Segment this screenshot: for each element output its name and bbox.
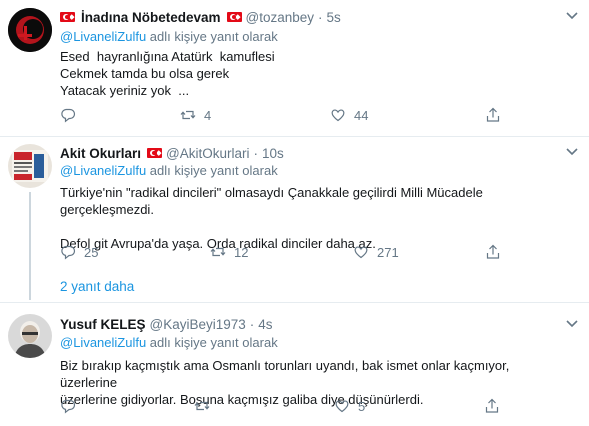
retweet-count: 12: [234, 244, 249, 260]
share-button[interactable]: [485, 107, 501, 123]
user-handle[interactable]: @AkitOkurlari: [166, 146, 249, 161]
share-icon: [486, 244, 500, 259]
reply-to-link[interactable]: @LivaneliZulfu: [60, 29, 146, 44]
display-name[interactable]: İnadına Nöbetedevam: [81, 10, 221, 25]
like-button[interactable]: 44: [330, 107, 485, 123]
tweet[interactable]: İnadına Nöbetedevam @tozanbey · 5s @Liva…: [0, 0, 589, 137]
retweet-icon: [194, 401, 210, 411]
reply-icon: [61, 245, 76, 260]
user-handle[interactable]: @KayiBeyi1973: [150, 317, 246, 332]
reply-context-suffix: adlı kişiye yanıt olarak: [146, 29, 278, 44]
share-button[interactable]: [485, 244, 501, 260]
chevron-down-icon[interactable]: [565, 318, 579, 328]
separator-dot: ·: [249, 316, 255, 332]
like-icon: [335, 400, 349, 413]
like-icon: [331, 109, 345, 122]
reply-button[interactable]: 25: [60, 244, 210, 260]
reply-context: @LivaneliZulfu adlı kişiye yanıt olarak: [60, 334, 559, 352]
chevron-down-icon[interactable]: [565, 146, 579, 156]
share-icon: [486, 107, 500, 122]
like-button[interactable]: 5: [334, 398, 484, 414]
chevron-down-icon[interactable]: [565, 10, 579, 20]
reply-button[interactable]: [60, 398, 194, 414]
turkish-flag-icon: [60, 12, 75, 22]
avatar[interactable]: [8, 314, 52, 358]
like-icon: [354, 246, 368, 259]
tweet-actions: 4 44: [60, 107, 501, 123]
retweet-button[interactable]: 4: [180, 107, 330, 123]
tweet-header: Yusuf KELEŞ @KayiBeyi1973 · 4s: [60, 315, 559, 333]
like-count: 44: [354, 107, 369, 123]
thread-line: [29, 192, 31, 300]
reply-count: 25: [84, 244, 99, 260]
avatar[interactable]: [8, 8, 52, 52]
tweet-text: Türkiye'nin "radikal dincileri" olmasayd…: [60, 185, 483, 251]
tweet[interactable]: Akit Okurları @AkitOkurlari · 10s @Livan…: [0, 138, 589, 303]
share-button[interactable]: [484, 398, 500, 414]
tweet-text: Esed hayranlığına Atatürk kamuflesi Cekm…: [60, 49, 275, 98]
reply-context: @LivaneliZulfu adlı kişiye yanıt olarak: [60, 162, 559, 180]
retweet-count: 4: [204, 107, 212, 123]
reply-context-suffix: adlı kişiye yanıt olarak: [146, 163, 278, 178]
share-icon: [485, 398, 499, 413]
retweet-button[interactable]: [194, 398, 334, 414]
reply-icon: [61, 399, 76, 414]
reply-to-link[interactable]: @LivaneliZulfu: [60, 163, 146, 178]
tweet-actions: 5: [60, 398, 500, 414]
reply-context: @LivaneliZulfu adlı kişiye yanıt olarak: [60, 28, 559, 46]
timestamp[interactable]: 5s: [327, 10, 341, 25]
like-button[interactable]: 271: [353, 244, 485, 260]
tweet-header: İnadına Nöbetedevam @tozanbey · 5s: [60, 8, 559, 26]
retweet-icon: [180, 110, 196, 120]
tweet[interactable]: Yusuf KELEŞ @KayiBeyi1973 · 4s @Livaneli…: [0, 304, 589, 426]
display-name[interactable]: Akit Okurları: [60, 146, 141, 161]
retweet-icon: [210, 247, 226, 257]
user-handle[interactable]: @tozanbey: [246, 10, 315, 25]
reply-icon: [61, 108, 76, 123]
tweet-header: Akit Okurları @AkitOkurlari · 10s: [60, 144, 559, 162]
separator-dot: ·: [318, 9, 323, 25]
more-replies-link[interactable]: 2 yanıt daha: [60, 279, 134, 294]
reply-context-suffix: adlı kişiye yanıt olarak: [146, 335, 278, 350]
like-count: 5: [358, 398, 366, 414]
avatar[interactable]: [8, 144, 52, 188]
display-name[interactable]: Yusuf KELEŞ: [60, 317, 146, 332]
turkish-flag-icon: [147, 148, 163, 158]
reply-button[interactable]: [60, 107, 180, 123]
separator-dot: ·: [253, 145, 259, 161]
retweet-button[interactable]: 12: [210, 244, 353, 260]
timestamp[interactable]: 4s: [258, 317, 272, 332]
turkish-flag-icon: [226, 12, 242, 22]
reply-to-link[interactable]: @LivaneliZulfu: [60, 335, 146, 350]
tweet-actions: 25 12 271: [60, 244, 501, 260]
like-count: 271: [377, 244, 399, 260]
timestamp[interactable]: 10s: [262, 146, 284, 161]
